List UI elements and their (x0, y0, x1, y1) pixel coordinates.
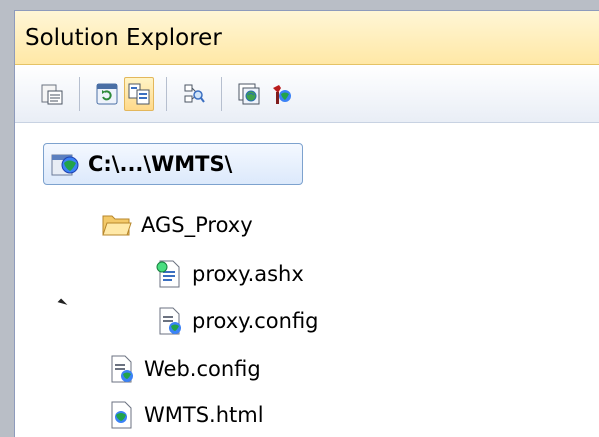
tree-item-file[interactable]: WMTS.html (106, 397, 264, 433)
properties-button[interactable] (37, 77, 67, 111)
refresh-icon (96, 83, 118, 104)
toolbar-separator (79, 76, 80, 111)
view-in-browser-button[interactable] (234, 77, 264, 111)
panel-titlebar[interactable]: Solution Explorer (15, 11, 599, 65)
tree-root-website[interactable]: C:\...\WMTS\ (43, 143, 303, 185)
tree-item-file[interactable]: proxy.ashx (154, 256, 304, 292)
show-all-files-button[interactable] (124, 76, 154, 111)
toolbar-separator (166, 76, 167, 111)
asp-net-configuration-icon (273, 84, 291, 104)
tree-item-file[interactable]: Web.config (106, 351, 261, 387)
tree-item-folder[interactable]: AGS_Proxy (101, 207, 253, 243)
tree-item-file[interactable]: proxy.config (154, 303, 319, 339)
refresh-button[interactable] (92, 77, 122, 111)
panel-title: Solution Explorer (25, 24, 222, 51)
show-all-files-icon (128, 83, 150, 104)
website-globe-icon (51, 154, 79, 176)
view-class-diagram-icon (184, 84, 205, 103)
expand-collapse-icon[interactable] (57, 298, 68, 309)
view-in-browser-icon (238, 83, 260, 104)
config-file-icon (159, 307, 181, 335)
handler-file-icon (156, 260, 180, 288)
tree-item-label: AGS_Proxy (141, 213, 253, 237)
config-file-icon (111, 355, 133, 383)
toolbar (15, 65, 599, 123)
html-file-icon (111, 401, 132, 429)
tree-item-label: Web.config (144, 357, 261, 381)
tree-root-label: C:\...\WMTS\ (88, 152, 233, 176)
tree-item-label: proxy.ashx (192, 262, 304, 286)
tree-item-label: proxy.config (192, 309, 319, 333)
toolbar-separator (221, 76, 222, 111)
asp-net-configuration-button[interactable] (266, 77, 296, 111)
solution-explorer-panel: Solution Explorer C:\...\WMTS\ AGS_Proxy… (14, 10, 599, 437)
tree-item-label: WMTS.html (144, 403, 264, 427)
properties-icon (41, 84, 63, 104)
view-class-diagram-button[interactable] (179, 77, 209, 111)
folder-open-icon (102, 215, 132, 236)
